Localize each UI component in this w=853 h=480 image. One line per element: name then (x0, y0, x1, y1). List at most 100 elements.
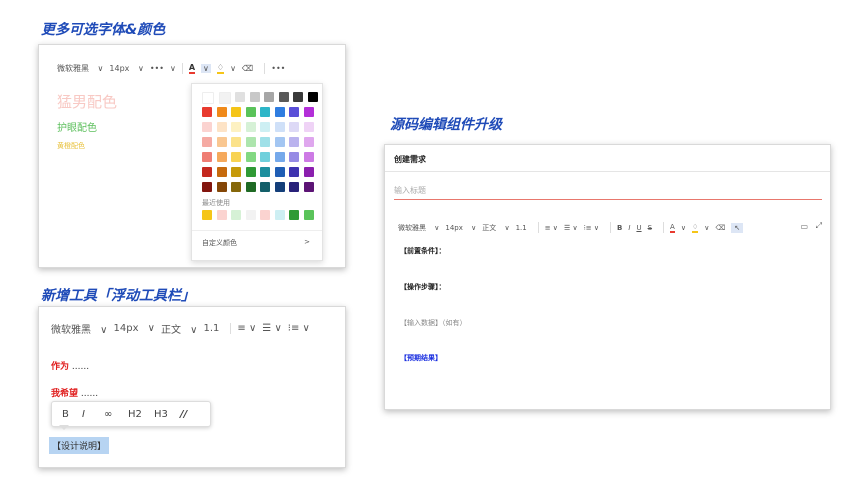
color-swatch[interactable] (245, 182, 256, 192)
color-swatch[interactable] (260, 210, 270, 220)
color-swatch[interactable] (303, 122, 314, 132)
color-swatch[interactable] (260, 122, 270, 132)
list-icon[interactable]: ⁝≡ ∨ (584, 224, 599, 232)
color-swatch[interactable] (264, 92, 274, 102)
font-family-select[interactable]: 微软雅黑 ∨ (57, 63, 103, 74)
font-size-select[interactable]: 14px ∨ (109, 64, 143, 73)
heading3-button[interactable]: H3 (154, 409, 180, 420)
color-swatch[interactable] (245, 107, 256, 117)
align-icon[interactable]: ≡ ∨ (237, 323, 256, 334)
color-swatch[interactable] (260, 107, 270, 117)
text-color-button[interactable]: A (670, 223, 675, 233)
color-swatch[interactable] (216, 107, 227, 117)
color-swatch[interactable] (274, 182, 285, 192)
bold-button[interactable]: B (617, 224, 622, 232)
color-swatch[interactable] (231, 107, 241, 117)
color-swatch[interactable] (245, 137, 256, 147)
quote-button[interactable]: // (180, 409, 187, 420)
color-swatch[interactable] (260, 182, 270, 192)
paragraph-style-select[interactable]: 正文 ∨ (482, 223, 509, 233)
color-swatch[interactable] (231, 137, 241, 147)
color-swatch[interactable] (235, 92, 245, 102)
color-swatch[interactable] (274, 152, 285, 162)
color-swatch[interactable] (216, 210, 227, 220)
paragraph-style-select[interactable]: 正文 ∨ (161, 321, 198, 336)
color-swatch[interactable] (202, 210, 212, 220)
italic-button[interactable]: I (628, 224, 630, 232)
line-height-select[interactable]: 1.1 (204, 323, 220, 334)
color-swatch[interactable] (303, 182, 314, 192)
fullscreen-icon[interactable]: ⤢ (816, 221, 822, 231)
color-swatch[interactable] (289, 167, 299, 177)
bold-button[interactable]: B (62, 409, 82, 420)
color-swatch[interactable] (202, 182, 212, 192)
color-swatch[interactable] (231, 122, 241, 132)
color-swatch[interactable] (274, 210, 285, 220)
color-swatch[interactable] (202, 122, 212, 132)
list-icon[interactable]: ⁝≡ ∨ (288, 323, 310, 334)
align-icon[interactable]: ≡ ∨ (545, 224, 558, 232)
color-swatch[interactable] (289, 210, 299, 220)
color-swatch[interactable] (231, 182, 241, 192)
color-swatch[interactable] (245, 152, 256, 162)
color-swatch[interactable] (303, 210, 314, 220)
color-swatch[interactable] (289, 122, 299, 132)
color-swatch[interactable] (202, 137, 212, 147)
color-swatch[interactable] (303, 137, 314, 147)
underline-button[interactable]: U (636, 224, 641, 232)
color-swatch[interactable] (249, 92, 260, 102)
indent-icon[interactable]: ☰ ∨ (262, 323, 281, 334)
highlight-color-button[interactable]: ♢ (691, 223, 699, 233)
color-swatch[interactable] (274, 167, 285, 177)
chevron-down-icon[interactable]: ∨ (704, 224, 709, 232)
color-swatch[interactable] (202, 107, 212, 117)
color-swatch[interactable] (231, 210, 241, 220)
chevron-down-icon[interactable]: ∨ (170, 64, 176, 73)
color-swatch[interactable] (245, 122, 256, 132)
color-swatch[interactable] (245, 167, 256, 177)
font-size-select[interactable]: 14px ∨ (445, 224, 476, 232)
color-swatch[interactable] (202, 92, 214, 104)
color-swatch[interactable] (274, 107, 285, 117)
more-button[interactable]: ••• (150, 64, 164, 73)
color-swatch[interactable] (216, 152, 227, 162)
color-swatch[interactable] (260, 167, 270, 177)
line-height-select[interactable]: 1.1 (516, 224, 527, 232)
selected-text[interactable]: 【设计说明】 (49, 437, 110, 454)
eraser-icon[interactable]: ⌫ (715, 224, 725, 232)
color-swatch[interactable] (216, 182, 227, 192)
color-swatch[interactable] (289, 137, 299, 147)
color-swatch[interactable] (245, 210, 256, 220)
color-swatch[interactable] (289, 182, 299, 192)
color-swatch[interactable] (303, 107, 314, 117)
color-swatch[interactable] (260, 137, 270, 147)
color-swatch[interactable] (274, 137, 285, 147)
chevron-down-icon[interactable]: ∨ (230, 64, 236, 73)
strikethrough-button[interactable]: S (648, 224, 652, 232)
source-code-icon[interactable]: ▭ (800, 222, 808, 231)
color-swatch[interactable] (307, 92, 318, 102)
font-family-select[interactable]: 微软雅黑 ∨ (51, 321, 108, 336)
cursor-icon[interactable]: ↖ (731, 222, 744, 233)
color-swatch[interactable] (303, 152, 314, 162)
indent-icon[interactable]: ☰ ∨ (564, 224, 578, 232)
color-swatch[interactable] (289, 107, 299, 117)
link-icon[interactable]: ∞ (104, 409, 128, 420)
eraser-icon[interactable]: ⌫ (242, 64, 253, 73)
more-button[interactable]: ••• (271, 64, 285, 73)
title-input[interactable]: 输入标题 (394, 185, 822, 200)
color-swatch[interactable] (202, 167, 212, 177)
color-swatch[interactable] (218, 92, 231, 104)
color-swatch[interactable] (278, 92, 289, 102)
heading2-button[interactable]: H2 (128, 409, 154, 420)
font-family-select[interactable]: 微软雅黑 ∨ (398, 223, 439, 233)
color-swatch[interactable] (289, 152, 299, 162)
font-size-select[interactable]: 14px ∨ (114, 323, 156, 334)
italic-button[interactable]: I (82, 409, 104, 420)
color-swatch[interactable] (216, 137, 227, 147)
color-swatch[interactable] (231, 152, 241, 162)
chevron-down-icon[interactable]: ∨ (681, 224, 686, 232)
highlight-color-button[interactable]: ♢ (216, 63, 225, 74)
color-swatch[interactable] (202, 152, 212, 162)
custom-color-option[interactable]: 自定义颜色 > (202, 238, 312, 248)
